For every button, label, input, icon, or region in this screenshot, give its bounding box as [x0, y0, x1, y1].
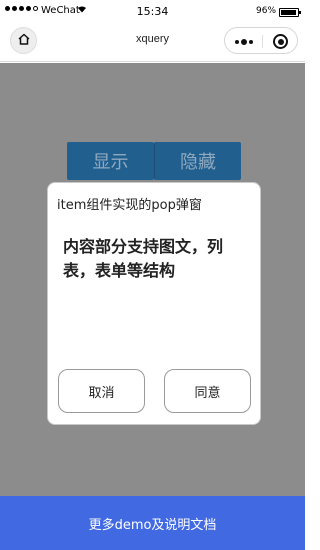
more-icon[interactable] [235, 39, 253, 45]
nav-bar: xquery [0, 22, 305, 62]
cancel-button[interactable]: 取消 [58, 369, 145, 413]
action-button-row: 显示 隐藏 [67, 142, 241, 180]
status-bar: WeChat 15:34 96% [0, 0, 305, 22]
battery-percent: 96% [256, 6, 277, 16]
popup-body: 内容部分支持图文，列表，表单等结构 [63, 237, 224, 280]
hide-button[interactable]: 隐藏 [154, 142, 241, 180]
capsule-divider [262, 35, 263, 48]
confirm-button[interactable]: 同意 [164, 369, 251, 413]
battery-icon [279, 8, 301, 17]
show-button[interactable]: 显示 [67, 142, 154, 180]
capsule-menu [224, 27, 298, 54]
popup-title: item组件实现的pop弹窗 [57, 198, 202, 213]
close-icon[interactable] [273, 34, 288, 49]
popup-dialog: item组件实现的pop弹窗 内容部分支持图文，列表，表单等结构 取消 同意 [47, 182, 261, 425]
page-content: 显示 隐藏 item组件实现的pop弹窗 内容部分支持图文，列表，表单等结构 取… [0, 63, 305, 496]
more-demo-button[interactable]: 更多demo及说明文档 [0, 496, 305, 550]
